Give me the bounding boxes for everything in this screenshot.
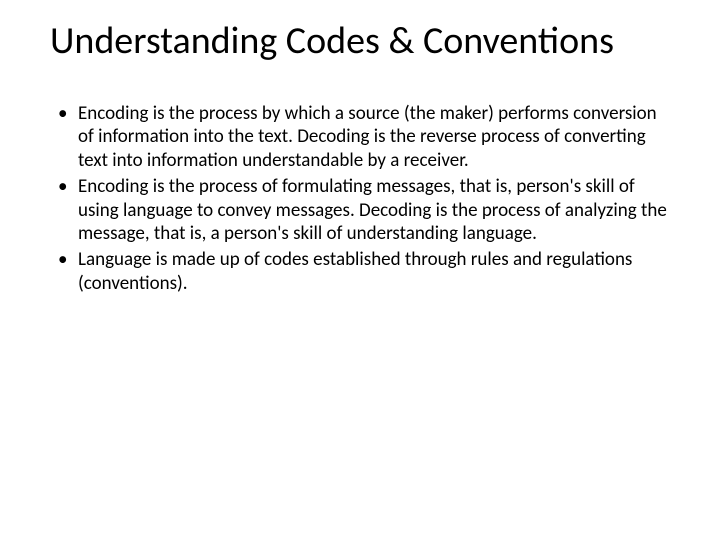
bullet-list: Encoding is the process by which a sourc… — [50, 102, 670, 296]
list-item: Encoding is the process of formulating m… — [50, 175, 670, 246]
list-item: Encoding is the process by which a sourc… — [50, 102, 670, 173]
list-item: Language is made up of codes established… — [50, 248, 670, 296]
slide-title: Understanding Codes & Conventions — [50, 20, 670, 64]
